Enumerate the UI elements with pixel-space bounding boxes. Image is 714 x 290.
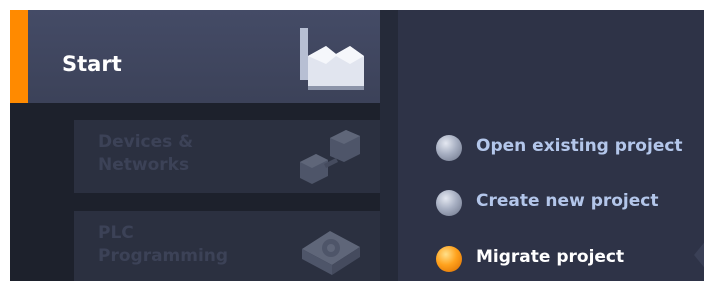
orange-bullet-icon (436, 246, 462, 272)
nav-divider (380, 10, 398, 281)
plc-programming-label: PLC Programming (98, 223, 229, 266)
plc-programming-icon (302, 231, 360, 275)
devices-networks-icon (300, 130, 360, 184)
start-actions-panel: Open existing project Create new project… (398, 10, 704, 281)
migrate-project-action[interactable]: Migrate project (426, 242, 696, 274)
gray-bullet-icon (436, 135, 462, 161)
portal-view: Start Devices & Networks PLC Programming (10, 10, 704, 281)
open-existing-project-label: Open existing project (476, 136, 683, 156)
gray-bullet-icon (436, 190, 462, 216)
start-portal-item[interactable]: Start (10, 10, 380, 103)
active-indicator (10, 10, 28, 103)
create-new-project-action[interactable]: Create new project (426, 186, 696, 218)
migrate-project-label: Migrate project (476, 247, 625, 267)
plc-programming-tile[interactable]: PLC Programming (74, 211, 380, 281)
start-label: Start (62, 52, 122, 76)
selection-pointer-icon (694, 233, 704, 277)
create-new-project-label: Create new project (476, 191, 659, 211)
open-existing-project-action[interactable]: Open existing project (426, 131, 696, 163)
devices-networks-label: Devices & Networks (98, 132, 194, 175)
factory-icon (300, 28, 364, 90)
devices-networks-tile[interactable]: Devices & Networks (74, 120, 380, 193)
portal-navigation: Start Devices & Networks PLC Programming (10, 10, 398, 281)
